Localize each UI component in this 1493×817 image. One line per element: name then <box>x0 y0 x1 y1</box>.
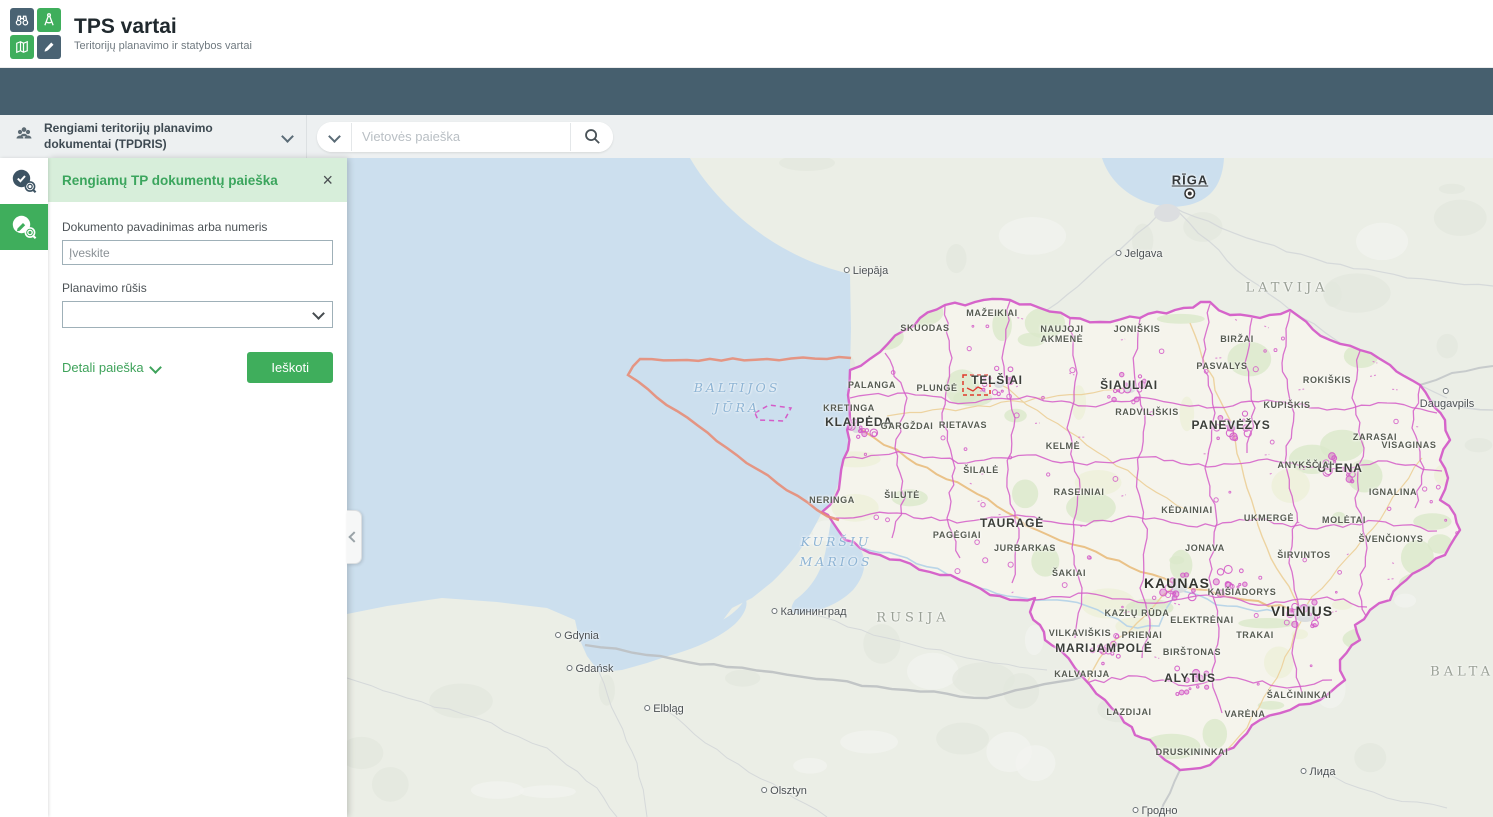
group-icon <box>14 124 34 149</box>
brush-icon <box>37 35 61 59</box>
page-title: TPS vartai <box>74 15 252 38</box>
panel-title: Rengiamų TP dokumentų paieška <box>62 173 278 188</box>
chevron-down-icon <box>281 130 294 143</box>
document-name-label: Dokumento pavadinimas arba numeris <box>62 220 333 234</box>
search-options-dropdown[interactable] <box>317 122 351 152</box>
planning-type-select-wrap <box>62 301 333 328</box>
drafting-compass-icon <box>37 8 61 32</box>
panel-actions: Detali paieška Ieškoti <box>62 352 333 383</box>
detailed-search-label: Detali paieška <box>62 360 144 375</box>
chevron-down-icon <box>328 130 341 143</box>
planning-type-select[interactable] <box>62 301 333 328</box>
map-toolbar: Rengiami teritorijų planavimo dokumentai… <box>0 115 1493 158</box>
page-subtitle: Teritorijų planavimo ir statybos vartai <box>74 40 252 52</box>
place-search-input[interactable] <box>351 123 571 151</box>
layer-selector-dropdown[interactable]: Rengiami teritorijų planavimo dokumentai… <box>0 121 306 152</box>
check-search-icon <box>11 168 38 195</box>
map-canvas[interactable]: RĪGAJelgavaLiepājaLATVIJADaugavpilsRUSIJ… <box>347 158 1493 817</box>
detailed-search-link[interactable]: Detali paieška <box>62 360 160 375</box>
panel-body: Dokumento pavadinimas arba numeris Plana… <box>48 202 347 391</box>
document-name-input[interactable] <box>62 240 333 265</box>
planning-type-label: Planavimo rūšis <box>62 281 333 295</box>
layer-selector-label: Rengiami teritorijų planavimo dokumentai… <box>44 121 273 152</box>
place-search <box>317 122 613 152</box>
binoculars-icon <box>10 8 34 32</box>
top-nav-bar <box>0 68 1493 115</box>
main-area: Rengiamų TP dokumentų paieška × Dokument… <box>0 158 1493 817</box>
pencil-search-icon <box>11 214 38 241</box>
basemap <box>347 158 1493 817</box>
prepared-documents-search-button[interactable] <box>0 204 48 250</box>
document-search-panel: Rengiamų TP dokumentų paieška × Dokument… <box>48 158 347 817</box>
map-icon <box>10 35 34 59</box>
toolbar-divider <box>306 115 307 158</box>
tool-rail <box>0 158 48 817</box>
panel-header: Rengiamų TP dokumentų paieška × <box>48 158 347 202</box>
app-header: TPS vartai Teritorijų planavimo ir staty… <box>0 0 1493 68</box>
search-button[interactable]: Ieškoti <box>247 352 333 383</box>
place-search-button[interactable] <box>571 122 613 152</box>
approved-documents-search-button[interactable] <box>0 158 48 204</box>
chevron-down-icon <box>149 361 162 374</box>
chevron-left-icon <box>348 531 359 542</box>
panel-collapse-handle[interactable] <box>347 510 362 564</box>
search-icon <box>583 127 602 146</box>
close-icon[interactable]: × <box>322 171 333 189</box>
app-logo <box>10 8 61 59</box>
